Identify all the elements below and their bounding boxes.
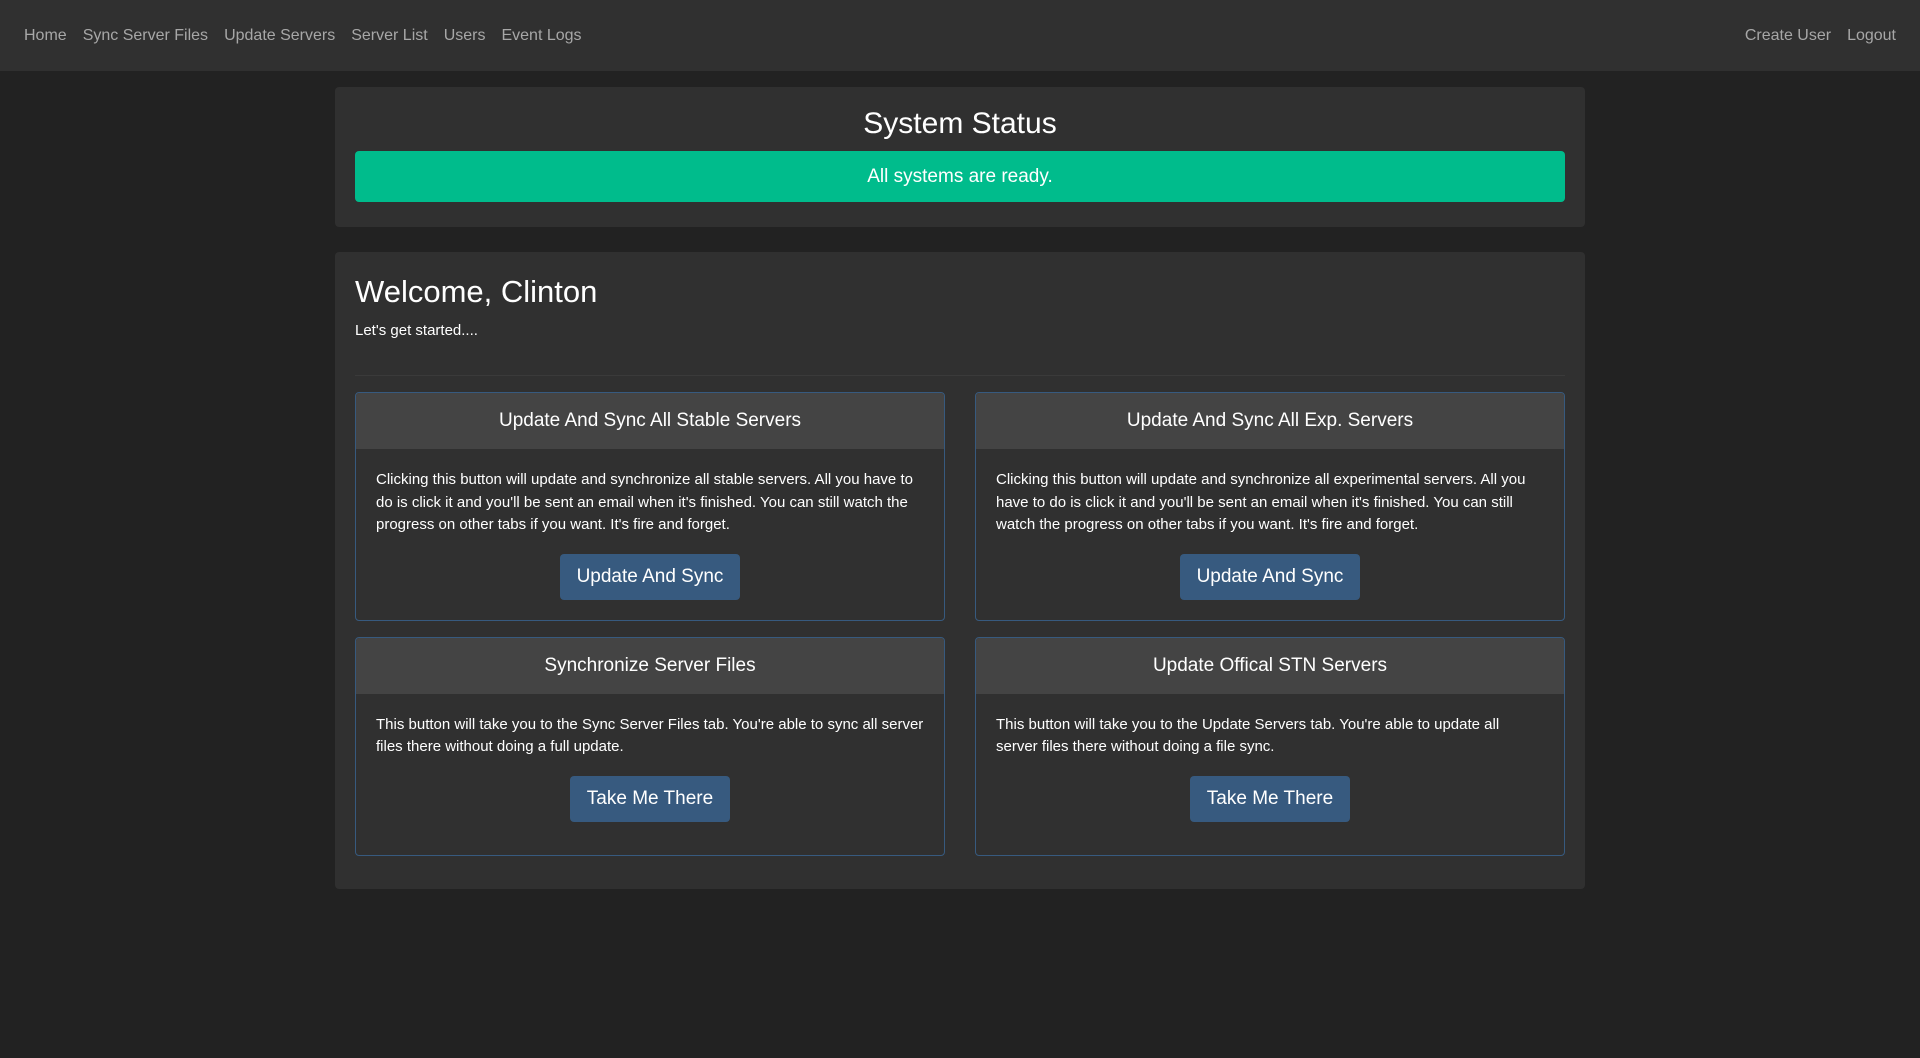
card-update-stn-servers: Update Offical STN Servers This button w…: [975, 636, 1565, 856]
card-header: Synchronize Server Files: [356, 637, 944, 694]
card-header: Update And Sync All Exp. Servers: [976, 393, 1564, 449]
card-sync-exp-servers: Update And Sync All Exp. Servers Clickin…: [975, 392, 1565, 621]
update-and-sync-stable-button[interactable]: Update And Sync: [559, 553, 741, 600]
divider: [355, 375, 1565, 376]
card-header: Update And Sync All Stable Servers: [356, 393, 944, 449]
nav-left: Home Sync Server Files Update Servers Se…: [16, 26, 590, 46]
nav-link-logout[interactable]: Logout: [1839, 26, 1904, 46]
nav-link-home[interactable]: Home: [16, 26, 75, 46]
card-text: Clicking this button will update and syn…: [996, 471, 1526, 533]
nav-right: Create User Logout: [1737, 26, 1904, 46]
card-body: This button will take you to the Update …: [976, 694, 1564, 855]
top-navbar: Home Sync Server Files Update Servers Se…: [0, 0, 1920, 71]
card-body: This button will take you to the Sync Se…: [356, 694, 944, 855]
nav-link-event-logs[interactable]: Event Logs: [493, 26, 589, 46]
take-me-there-update-servers-button[interactable]: Take Me There: [1189, 775, 1351, 822]
card-body: Clicking this button will update and syn…: [356, 449, 944, 620]
nav-link-users[interactable]: Users: [436, 26, 494, 46]
system-status-panel: System Status All systems are ready.: [335, 87, 1585, 227]
nav-link-server-list[interactable]: Server List: [343, 26, 435, 46]
status-alert: All systems are ready.: [355, 151, 1565, 202]
card-body: Clicking this button will update and syn…: [976, 449, 1564, 620]
nav-link-create-user[interactable]: Create User: [1737, 26, 1839, 46]
card-text: This button will take you to the Sync Se…: [376, 715, 924, 756]
action-cards-grid: Update And Sync All Stable Servers Click…: [355, 392, 1565, 856]
nav-link-update-servers[interactable]: Update Servers: [216, 26, 343, 46]
card-header: Update Offical STN Servers: [976, 637, 1564, 694]
status-title: System Status: [863, 107, 1057, 140]
welcome-title: Welcome, Clinton: [355, 274, 598, 309]
card-text: This button will take you to the Update …: [996, 715, 1500, 756]
welcome-panel: Welcome, Clinton Let's get started.... U…: [335, 252, 1585, 889]
take-me-there-sync-files-button[interactable]: Take Me There: [569, 775, 731, 822]
card-text: Clicking this button will update and syn…: [376, 471, 913, 533]
nav-link-sync-server-files[interactable]: Sync Server Files: [75, 26, 216, 46]
welcome-subtitle: Let's get started....: [355, 322, 478, 339]
card-sync-stable-servers: Update And Sync All Stable Servers Click…: [355, 392, 945, 621]
update-and-sync-exp-button[interactable]: Update And Sync: [1179, 553, 1361, 600]
card-synchronize-server-files: Synchronize Server Files This button wil…: [355, 636, 945, 856]
